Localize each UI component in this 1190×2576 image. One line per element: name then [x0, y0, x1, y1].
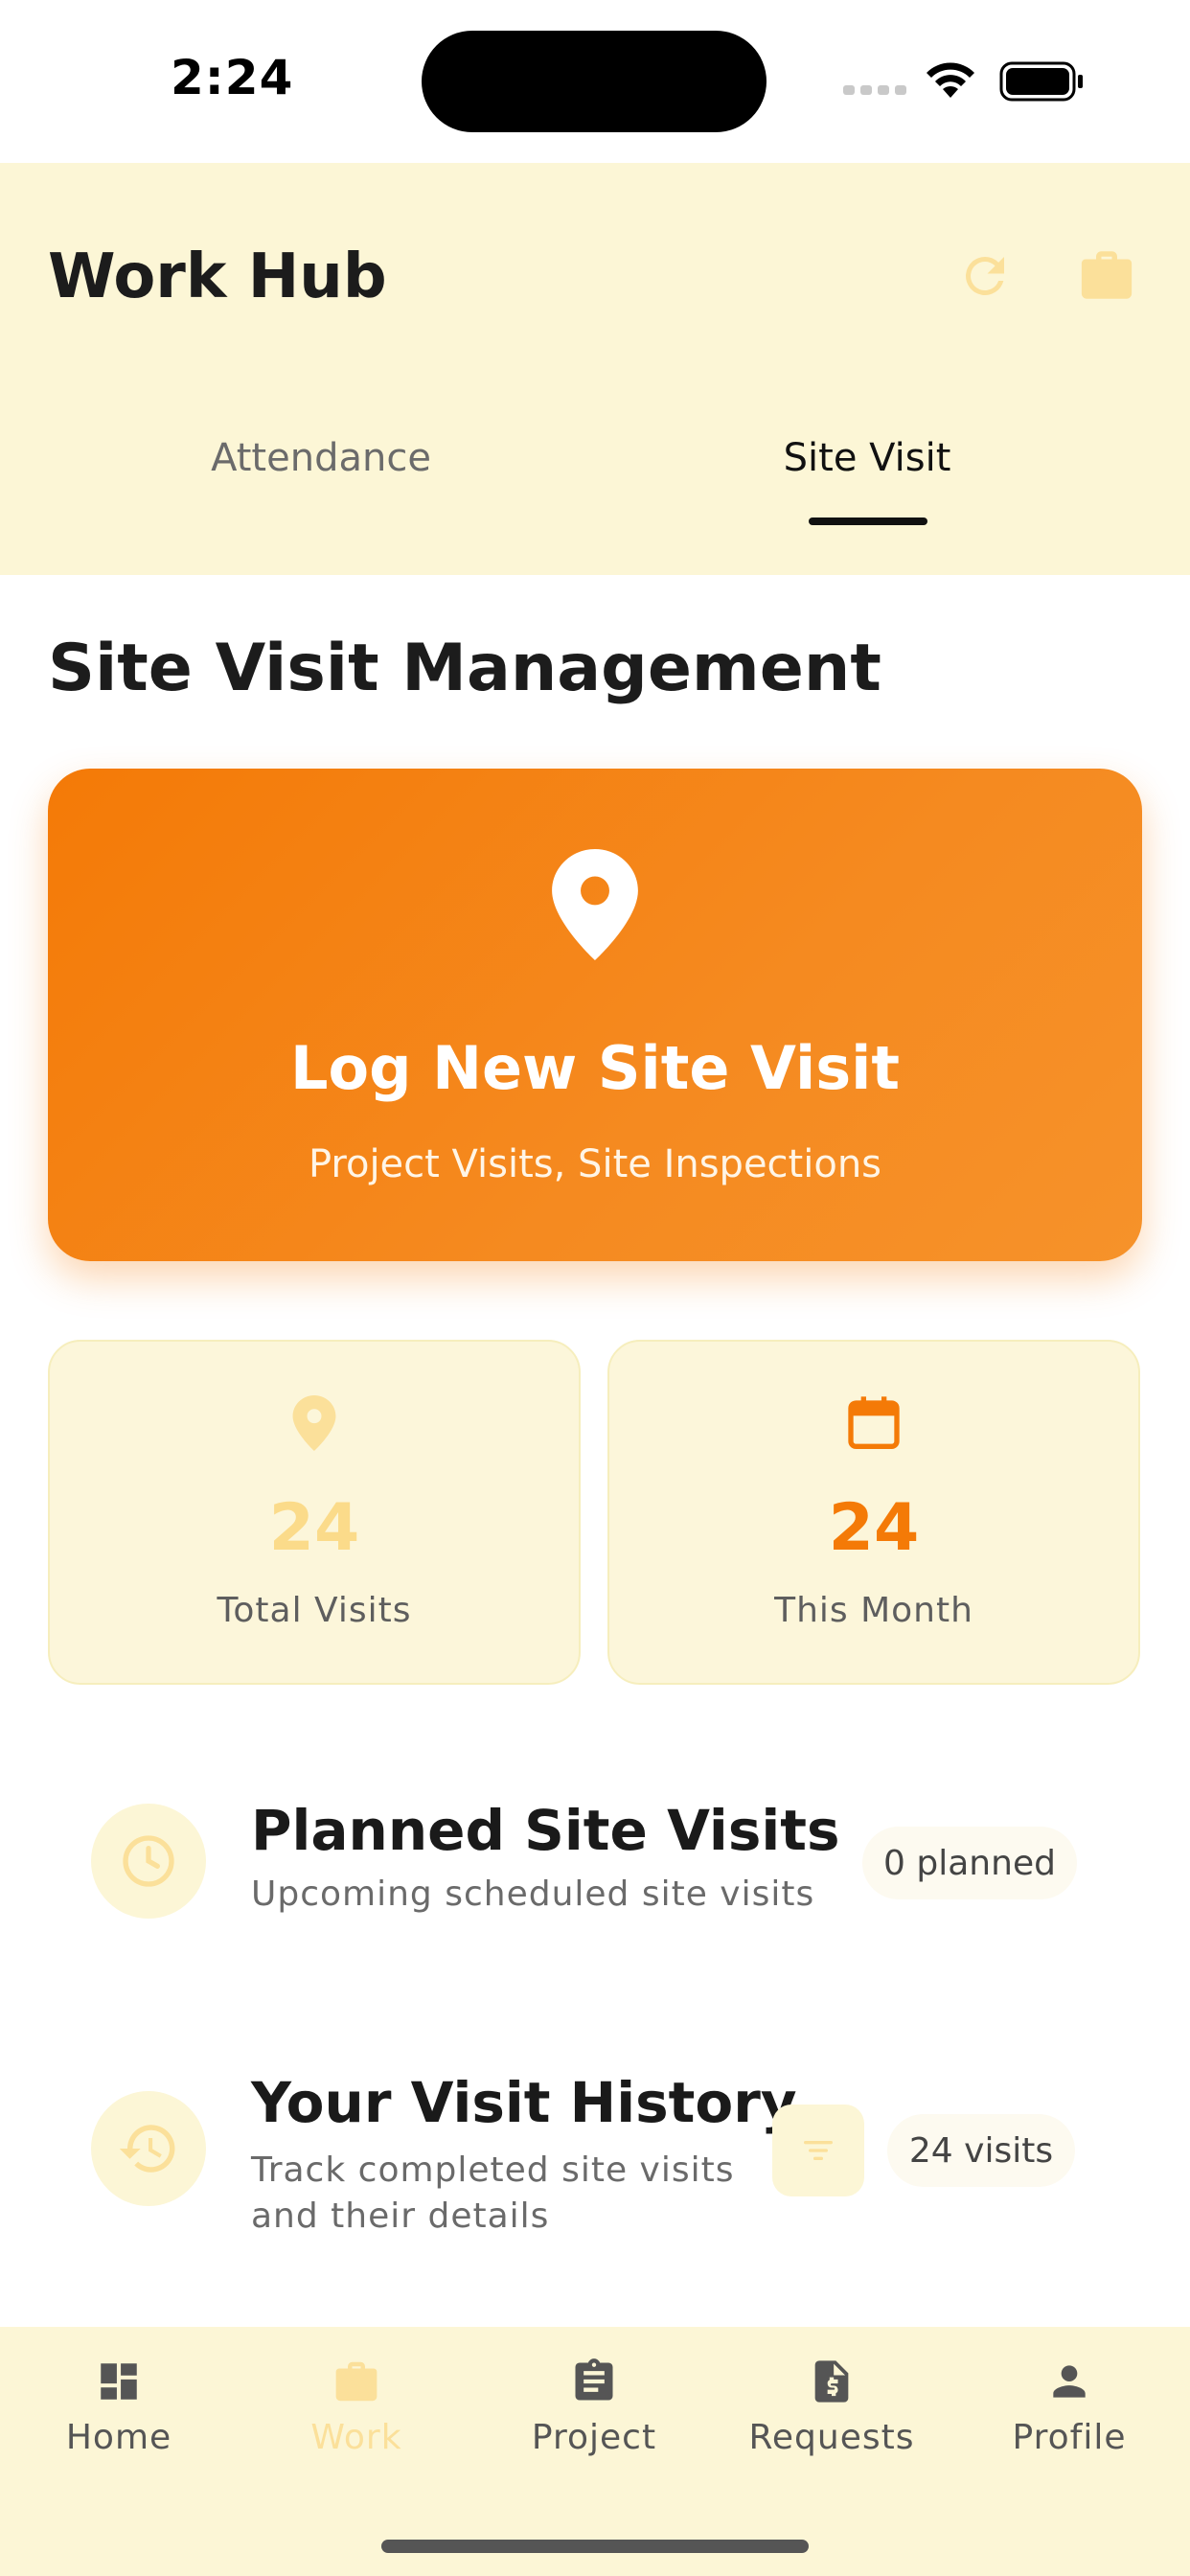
- nav-project-label: Project: [531, 2418, 657, 2457]
- this-month-value: 24: [828, 1490, 920, 1566]
- clipboard-icon: [575, 2358, 613, 2401]
- total-visits-label: Total Visits: [217, 1591, 412, 1630]
- nav-home[interactable]: Home: [4, 2353, 234, 2457]
- history-subtitle-line1: Track completed site visits: [251, 2150, 735, 2190]
- nav-requests-label: Requests: [748, 2418, 915, 2457]
- clock-icon: [123, 1835, 174, 1887]
- briefcase-icon[interactable]: [1075, 243, 1138, 307]
- planned-visits-title: Planned Site Visits: [251, 1798, 840, 1863]
- location-pin-icon: [552, 849, 638, 960]
- home-indicator[interactable]: [381, 2540, 809, 2553]
- page-title: Work Hub: [48, 242, 387, 312]
- nav-profile-label: Profile: [1012, 2418, 1127, 2457]
- tab-active-indicator: [809, 518, 927, 525]
- planned-visits-subtitle: Upcoming scheduled site visits: [251, 1874, 815, 1914]
- dynamic-island: [422, 31, 767, 132]
- calendar-icon: [848, 1396, 900, 1449]
- planned-visits-icon-container: [91, 1804, 206, 1919]
- history-icon: [119, 2125, 175, 2173]
- log-new-site-visit-button[interactable]: [48, 769, 1142, 1261]
- filter-button[interactable]: [772, 2104, 864, 2196]
- filter-icon: [804, 2141, 833, 2160]
- history-icon-container: [91, 2091, 206, 2206]
- history-title: Your Visit History: [251, 2070, 797, 2135]
- total-visits-value: 24: [268, 1490, 360, 1566]
- location-pin-icon: [292, 1395, 336, 1451]
- app-header: [0, 163, 1190, 575]
- dashboard-icon: [101, 2363, 137, 2400]
- nav-work[interactable]: Work: [241, 2353, 471, 2457]
- visits-count-badge: 24 visits: [887, 2114, 1075, 2187]
- history-subtitle-line2: and their details: [251, 2196, 550, 2236]
- nav-home-label: Home: [65, 2418, 172, 2457]
- person-icon: [1053, 2365, 1086, 2398]
- this-month-label: This Month: [774, 1591, 973, 1630]
- status-time: 2:24: [171, 50, 294, 105]
- tab-attendance[interactable]: Attendance: [149, 436, 493, 480]
- briefcase-icon: [335, 2361, 378, 2402]
- tab-site-visit[interactable]: Site Visit: [695, 436, 1040, 480]
- section-title: Site Visit Management: [48, 631, 881, 706]
- wifi-icon: [927, 62, 974, 98]
- nav-profile[interactable]: Profile: [954, 2353, 1184, 2457]
- invoice-icon: [814, 2360, 849, 2403]
- planned-count-badge: 0 planned: [862, 1827, 1077, 1899]
- cellular-signal-icon: [843, 85, 906, 95]
- cta-subtitle: Project Visits, Site Inspections: [308, 1142, 882, 1186]
- nav-requests[interactable]: Requests: [717, 2353, 947, 2457]
- refresh-icon[interactable]: [956, 247, 1014, 305]
- battery-icon: [999, 61, 1083, 102]
- cta-title: Log New Site Visit: [290, 1033, 900, 1103]
- nav-project[interactable]: Project: [479, 2353, 709, 2457]
- nav-work-label: Work: [310, 2418, 402, 2457]
